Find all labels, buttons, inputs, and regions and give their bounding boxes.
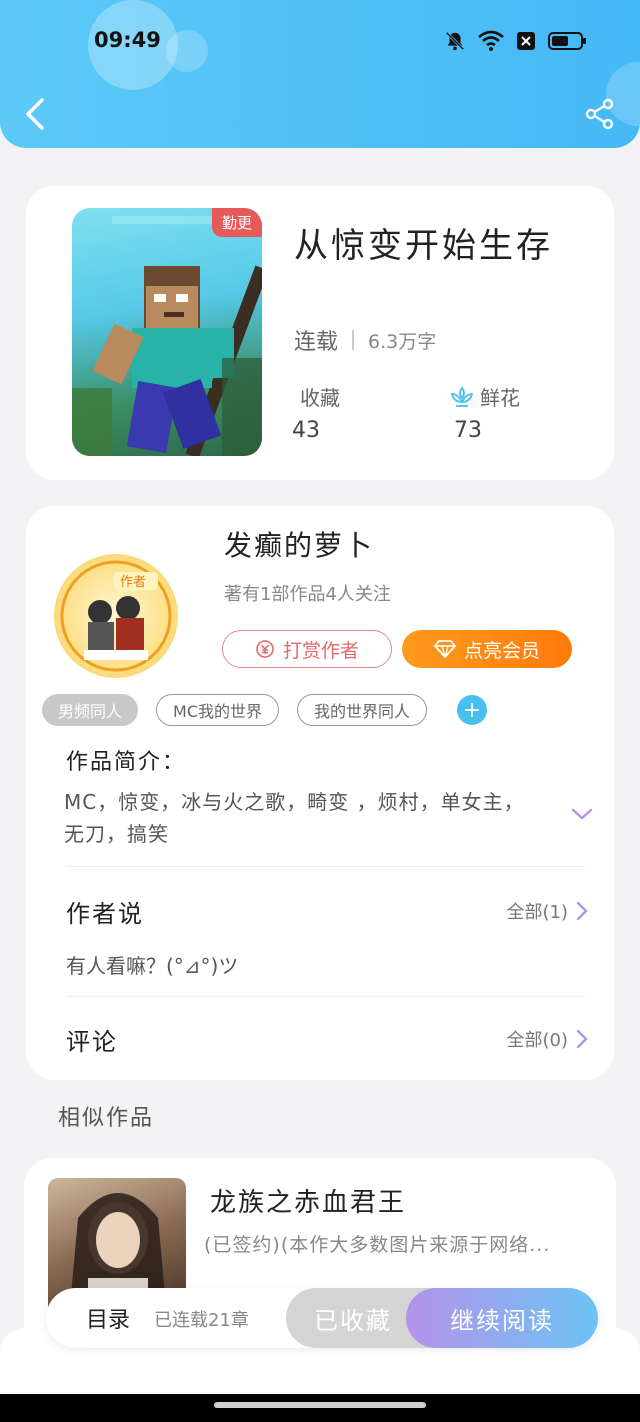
coin-icon: [256, 640, 274, 658]
comments-all-label: 全部(0): [506, 1030, 569, 1051]
word-count: 6.3万字: [368, 330, 437, 353]
wifi-icon: [478, 30, 504, 51]
vip-button[interactable]: 点亮会员: [402, 630, 572, 668]
comments-title: 评论: [66, 1028, 118, 1056]
author-says-all-label: 全部(1): [506, 902, 569, 923]
book-info-card: 勤更 从惊变开始生存 连载 6.3万字 收藏 43 鲜花 73: [26, 186, 614, 480]
continue-reading-button[interactable]: 继续阅读: [406, 1288, 598, 1348]
vip-label: 点亮会员: [463, 639, 540, 662]
chevron-down-icon[interactable]: [570, 806, 594, 822]
add-tag-button[interactable]: +: [457, 695, 488, 725]
book-cover: 勤更: [72, 208, 262, 456]
author-card: 作者 发癫的萝卜 著有1部作品4人关注 打赏作者 点亮会员 男频同人 MC我的世…: [26, 506, 614, 1080]
chevron-right-icon: [576, 1029, 588, 1049]
decor-bubble: [166, 30, 208, 72]
toc-button[interactable]: 目录: [86, 1302, 130, 1334]
bell-off-icon: [445, 31, 465, 51]
chapter-count: 已连载21章: [154, 1310, 249, 1331]
top-header: 09:49: [0, 0, 640, 148]
tag-list: 男频同人 MC我的世界 我的世界同人 +: [42, 694, 488, 726]
serial-status: 连载: [294, 330, 339, 355]
intro-text: MC，惊变，冰与火之歌，畸变 ，烦村，单女主，无刀，搞笑: [64, 790, 525, 846]
comments-all-link[interactable]: 全部(0): [507, 1026, 589, 1052]
chevron-right-icon: [576, 901, 588, 921]
system-nav-bar: [0, 1394, 640, 1422]
diamond-icon: [434, 640, 456, 658]
tip-author-button[interactable]: 打赏作者: [222, 630, 392, 668]
similar-book-title: 龙族之赤血君王: [210, 1188, 407, 1218]
favorites-label: 收藏: [300, 386, 340, 410]
share-icon[interactable]: [584, 98, 616, 130]
tip-author-label: 打赏作者: [282, 639, 359, 662]
status-icons: [444, 30, 588, 52]
book-title: 从惊变开始生存: [294, 226, 553, 266]
battery-icon: [548, 32, 586, 50]
flowers-count: 73: [454, 418, 482, 443]
author-says-content: 有人看嘛？(°⊿°)ツ: [66, 954, 239, 978]
avatar-illustration: 作者: [60, 560, 172, 672]
flowers-stat[interactable]: 鲜花: [450, 382, 520, 411]
similar-book-desc: (已签约)(本作大多数图片来源于网络...: [204, 1234, 551, 1256]
tag-item[interactable]: MC我的世界: [156, 694, 279, 726]
tag-item[interactable]: 我的世界同人: [297, 694, 428, 726]
home-indicator[interactable]: [214, 1402, 426, 1408]
cover-illustration: [72, 216, 262, 456]
bottom-action-bar: 目录 已连载21章 已收藏 继续阅读: [46, 1288, 598, 1348]
flowers-label: 鲜花: [480, 386, 520, 410]
tag-item[interactable]: 男频同人: [42, 694, 139, 726]
divider: [66, 866, 586, 867]
divider: [352, 330, 355, 350]
divider: [66, 996, 586, 997]
plus-icon: +: [462, 697, 482, 723]
update-badge: 勤更: [211, 208, 262, 237]
back-icon[interactable]: [22, 96, 50, 132]
intro-title: 作品简介：: [66, 750, 187, 775]
author-name[interactable]: 发癫的萝卜: [224, 524, 374, 564]
similar-section-title: 相似作品: [58, 1106, 155, 1131]
sim-off-icon: [517, 32, 535, 50]
flower-icon: [450, 386, 474, 407]
avatar-badge-text: 作者: [120, 575, 146, 590]
author-says-title: 作者说: [66, 900, 144, 928]
author-says-all-link[interactable]: 全部(1): [507, 898, 589, 924]
favorites-count: 43: [292, 418, 320, 443]
author-avatar[interactable]: 作者: [54, 554, 178, 678]
author-summary: 著有1部作品4人关注: [224, 584, 391, 605]
status-time: 09:49: [94, 28, 161, 52]
serial-info: 连载 6.3万字: [294, 324, 436, 356]
